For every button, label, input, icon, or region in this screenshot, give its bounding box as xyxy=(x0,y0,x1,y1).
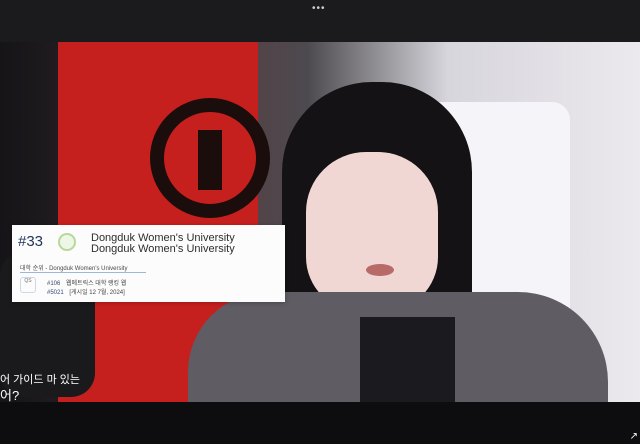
ranking-entry-rank: #5021 xyxy=(47,290,64,296)
ranking-badge-icon: QS xyxy=(20,277,36,293)
ranking-tab[interactable]: 대학 순위 - Dongduk Women's University xyxy=(20,263,127,272)
ranking-overlay-card: #33 Dongduk Women's University Dongduk W… xyxy=(12,225,285,302)
video-player[interactable]: #33 Dongduk Women's University Dongduk W… xyxy=(0,42,640,402)
ranking-entry: #106 웹메트릭스 대학 랭킹 웹 xyxy=(47,278,126,287)
rank-number: #33 xyxy=(18,233,44,250)
ranking-entry: #5021 [게시일 12 7월, 2024] xyxy=(47,287,125,296)
university-logo-icon xyxy=(58,233,76,251)
subtitle-line-2: 어? xyxy=(0,388,20,403)
ranking-entry-label: [게시일 12 7월, 2024] xyxy=(69,290,125,296)
top-bar: ••• xyxy=(0,0,640,42)
screen: ••• #33 Dongduk Women's University Dongd… xyxy=(0,0,640,444)
subtitle-line-1: 어 가이드 마 있는 xyxy=(0,374,81,386)
share-icon[interactable]: ↗ xyxy=(630,431,638,442)
inner-shirt xyxy=(360,317,455,402)
university-name-secondary: Dongduk Women's University xyxy=(91,243,235,255)
more-icon[interactable]: ••• xyxy=(312,3,326,14)
ranking-tab-underline xyxy=(20,272,146,273)
face xyxy=(306,152,438,312)
mouth xyxy=(366,264,394,276)
